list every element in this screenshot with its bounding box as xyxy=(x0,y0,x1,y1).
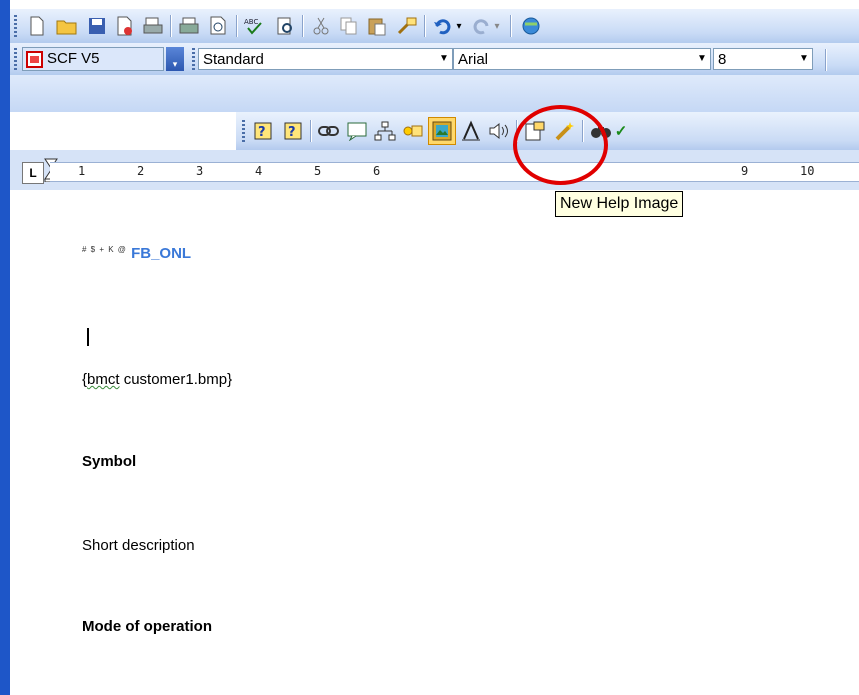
check-icon[interactable]: ✓ xyxy=(614,118,628,144)
sound-icon[interactable] xyxy=(486,118,512,144)
open-folder-icon[interactable] xyxy=(54,13,80,39)
tab-stop-label: L xyxy=(29,166,37,180)
print-icon[interactable] xyxy=(176,13,202,39)
standard-toolbar: ABC ▾ ▾ xyxy=(10,9,859,44)
heading-symbol: Symbol xyxy=(82,453,137,470)
separator xyxy=(310,120,312,142)
font-icon[interactable] xyxy=(458,118,484,144)
tab-stop-selector[interactable]: L xyxy=(22,162,44,184)
topic-header: # $ + K @ FB_ONL xyxy=(82,245,191,262)
new-document-icon[interactable] xyxy=(24,13,50,39)
separator xyxy=(510,15,512,37)
ruler-number: 10 xyxy=(800,164,815,178)
what-is-this-icon[interactable]: ? xyxy=(280,118,306,144)
font-size-value: 8 xyxy=(718,51,727,68)
context-help-icon[interactable]: ? xyxy=(250,118,276,144)
spelling-icon[interactable]: ABC xyxy=(242,13,268,39)
scf-button[interactable]: SCF V5 xyxy=(22,47,164,71)
tooltip: New Help Image xyxy=(555,191,684,217)
cut-icon[interactable] xyxy=(308,13,334,39)
chevron-down-icon[interactable]: ▼ xyxy=(436,49,452,69)
hierarchy-icon[interactable] xyxy=(372,118,398,144)
undo-dropdown-icon[interactable]: ▾ xyxy=(452,13,466,39)
svg-text:?: ? xyxy=(258,125,266,140)
save-icon[interactable] xyxy=(84,13,110,39)
text-cursor xyxy=(87,328,89,346)
permission-icon[interactable] xyxy=(112,13,138,39)
macro-icon[interactable] xyxy=(400,118,426,144)
scf-icon xyxy=(26,51,43,68)
horizontal-ruler[interactable]: 1 2 3 4 5 6 9 10 xyxy=(50,162,859,182)
ruler-number: 2 xyxy=(137,164,145,178)
footnote-marks: # $ + K @ xyxy=(82,245,127,254)
highlight-circle-annotation xyxy=(513,105,608,185)
ruler-number: 9 xyxy=(741,164,749,178)
chevron-down-icon: ▾ xyxy=(172,59,178,69)
redo-dropdown-icon[interactable]: ▾ xyxy=(490,13,504,39)
print-preview-icon[interactable] xyxy=(206,13,232,39)
toolbar-grip[interactable] xyxy=(14,15,17,37)
copy-icon[interactable] xyxy=(336,13,362,39)
ruler-number: 3 xyxy=(196,164,204,178)
hyperlink-icon[interactable] xyxy=(518,13,544,39)
scf-options-dropdown[interactable]: ▾ xyxy=(166,47,184,71)
ruler-area: L 1 2 3 4 5 6 9 10 xyxy=(10,150,859,191)
svg-text:?: ? xyxy=(288,125,296,140)
topic-id: FB_ONL xyxy=(131,245,192,262)
separator xyxy=(825,49,827,71)
toolbar-area-background xyxy=(10,75,859,112)
ruler-number: 1 xyxy=(78,164,86,178)
new-help-image-button[interactable] xyxy=(428,117,456,145)
toolbar-grip[interactable] xyxy=(14,48,17,70)
font-combobox[interactable]: Arial ▼ xyxy=(453,48,711,70)
style-combobox[interactable]: Standard ▼ xyxy=(198,48,453,70)
font-size-combobox[interactable]: 8 ▼ xyxy=(713,48,813,70)
scf-label: SCF V5 xyxy=(47,50,100,67)
separator xyxy=(302,15,304,37)
short-description: Short description xyxy=(82,537,195,554)
separator xyxy=(424,15,426,37)
print-setup-icon[interactable] xyxy=(140,13,166,39)
heading-mode-of-operation: Mode of operation xyxy=(82,618,212,635)
ruler-number: 5 xyxy=(314,164,322,178)
paste-icon[interactable] xyxy=(364,13,390,39)
new-help-image-icon xyxy=(432,121,452,141)
separator xyxy=(170,15,172,37)
comment-icon[interactable] xyxy=(344,118,370,144)
image-reference-word: bmct xyxy=(87,371,120,388)
chevron-down-icon[interactable]: ▼ xyxy=(796,49,812,69)
separator xyxy=(236,15,238,37)
style-value: Standard xyxy=(203,51,264,68)
window-left-frame xyxy=(0,0,10,695)
formatting-toolbar: SCF V5 ▾ Standard ▼ Arial ▼ 8 ▼ xyxy=(10,43,859,76)
ruler-number: 4 xyxy=(255,164,263,178)
image-reference: {bmct customer1.bmp} xyxy=(82,371,232,388)
research-icon[interactable] xyxy=(272,13,298,39)
image-reference-rest: customer1.bmp} xyxy=(119,371,233,388)
format-painter-icon[interactable] xyxy=(394,13,420,39)
chevron-down-icon[interactable]: ▼ xyxy=(694,49,710,69)
toolbar-grip[interactable] xyxy=(192,48,195,70)
font-value: Arial xyxy=(458,51,489,68)
document-page[interactable]: # $ + K @ FB_ONL {bmct customer1.bmp} Sy… xyxy=(10,190,859,695)
svg-text:ABC: ABC xyxy=(244,18,258,26)
toolbar-grip[interactable] xyxy=(242,120,245,142)
link-icon[interactable] xyxy=(316,118,342,144)
ruler-number: 6 xyxy=(373,164,381,178)
